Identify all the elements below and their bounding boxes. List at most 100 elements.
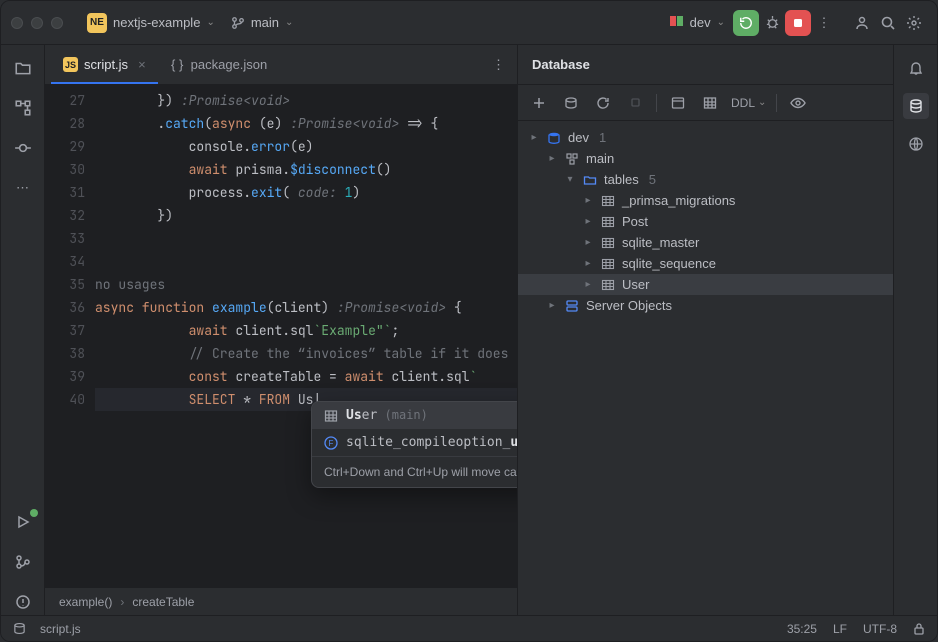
tree-arrow-icon[interactable]: ▸ — [546, 300, 558, 311]
close-tab-icon[interactable]: × — [138, 57, 146, 72]
db-tree-node[interactable]: ▸ sqlite_sequence — [518, 253, 893, 274]
table-icon — [600, 278, 616, 292]
settings-icon[interactable] — [901, 10, 927, 36]
web-tool-icon[interactable] — [903, 131, 929, 157]
tree-node-label: Server Objects — [586, 298, 672, 313]
project-name: nextjs-example — [113, 15, 200, 30]
line-gutter: 2728293031323334353637383940 — [45, 85, 95, 587]
jump-to-console-icon[interactable] — [667, 92, 689, 114]
run-config-label: dev — [690, 15, 711, 30]
refresh-icon[interactable] — [592, 92, 614, 114]
server-icon — [564, 299, 580, 313]
editor-tabs: JSscript.js× { } package.json ⋮ — [45, 45, 517, 85]
tree-node-label: sqlite_master — [622, 235, 699, 250]
breadcrumb-item[interactable]: example() — [59, 595, 112, 609]
tree-node-label: Post — [622, 214, 648, 229]
window-controls[interactable] — [11, 17, 63, 29]
problems-tool-icon[interactable] — [10, 589, 36, 615]
project-selector[interactable]: NE nextjs-example ⌄ — [79, 9, 223, 37]
db-tree-node[interactable]: ▸ dev 1 — [518, 127, 893, 148]
db-tree-node[interactable]: ▸ Post — [518, 211, 893, 232]
breadcrumb-bar[interactable]: example() › createTable — [45, 587, 517, 615]
editor-tab[interactable]: { } package.json — [158, 45, 280, 84]
notifications-tool-icon[interactable] — [903, 55, 929, 81]
db-tree-node[interactable]: ▸ Server Objects — [518, 295, 893, 316]
status-line-ending[interactable]: LF — [833, 622, 847, 636]
table-icon — [600, 257, 616, 271]
structure-tool-icon[interactable] — [10, 95, 36, 121]
run-tool-icon[interactable] — [10, 509, 36, 535]
more-tools-icon[interactable]: ⋯ — [10, 175, 36, 201]
db-tree-node[interactable]: ▾ tables 5 — [518, 169, 893, 190]
tree-arrow-icon[interactable]: ▸ — [528, 132, 540, 143]
branch-icon — [231, 16, 245, 30]
status-readonly-icon[interactable] — [913, 622, 925, 636]
table-icon — [600, 236, 616, 250]
database-panel: Database DDL ⌄ ▸ dev 1▸ main ▾ tables 5▸… — [517, 45, 893, 615]
editor-tab[interactable]: JSscript.js× — [51, 45, 158, 84]
stop-button[interactable] — [785, 10, 811, 36]
run-button[interactable] — [733, 10, 759, 36]
status-db-icon[interactable] — [13, 622, 26, 635]
db-tree-node[interactable]: ▸ sqlite_master — [518, 232, 893, 253]
db-tree-node[interactable]: ▸ User — [518, 274, 893, 295]
code-editor[interactable]: 2728293031323334353637383940 }) :Promise… — [45, 85, 517, 587]
branch-selector[interactable]: main ⌄ — [223, 11, 302, 34]
autocomplete-popup: User (main) devF sqlite_compileoption_us… — [311, 401, 517, 488]
tab-label: package.json — [191, 57, 268, 72]
run-config-selector[interactable]: dev ⌄ — [662, 11, 733, 34]
run-config-icon — [670, 16, 684, 30]
tree-node-label: User — [622, 277, 649, 292]
autocomplete-item[interactable]: F sqlite_compileoption_used (any) any — [312, 429, 517, 456]
add-datasource-icon[interactable] — [528, 92, 550, 114]
status-caret-pos[interactable]: 35:25 — [787, 622, 817, 636]
status-file[interactable]: script.js — [40, 622, 81, 636]
project-tool-icon[interactable] — [10, 55, 36, 81]
tree-arrow-icon[interactable]: ▸ — [582, 216, 594, 227]
tree-arrow-icon[interactable]: ▸ — [582, 258, 594, 269]
editor-area: JSscript.js× { } package.json ⋮ 2728293031… — [45, 45, 517, 615]
chevron-down-icon: ⌄ — [285, 17, 293, 28]
database-tool-icon[interactable] — [903, 93, 929, 119]
search-everywhere-icon[interactable] — [875, 10, 901, 36]
table-icon — [600, 194, 616, 208]
table-view-icon[interactable] — [699, 92, 721, 114]
tree-node-label: tables — [604, 172, 639, 187]
tree-arrow-icon[interactable]: ▸ — [582, 237, 594, 248]
status-bar: script.js 35:25 LF UTF-8 — [1, 615, 937, 641]
vcs-tool-icon[interactable] — [10, 549, 36, 575]
code-with-me-icon[interactable] — [849, 10, 875, 36]
view-options-icon[interactable] — [787, 92, 809, 114]
duplicate-datasource-icon[interactable] — [560, 92, 582, 114]
func-icon: F — [324, 436, 338, 450]
js-file-icon: JS — [63, 57, 78, 72]
ddl-dropdown[interactable]: DDL ⌄ — [731, 96, 766, 110]
tip-text: Ctrl+Down and Ctrl+Up will move caret do… — [324, 465, 517, 479]
project-badge-icon: NE — [87, 13, 107, 33]
status-encoding[interactable]: UTF-8 — [863, 622, 897, 636]
autocomplete-item[interactable]: User (main) dev — [312, 402, 517, 429]
debug-button[interactable] — [759, 10, 785, 36]
code-content[interactable]: }) :Promise<void> .catch(async (e) :Prom… — [95, 85, 517, 587]
tree-node-label: main — [586, 151, 614, 166]
tabs-more-icon[interactable]: ⋮ — [480, 57, 517, 73]
commit-tool-icon[interactable] — [10, 135, 36, 161]
db-tree-node[interactable]: ▸ _primsa_migrations — [518, 190, 893, 211]
tree-arrow-icon[interactable]: ▸ — [582, 279, 594, 290]
branch-name: main — [251, 15, 279, 30]
stop-icon[interactable] — [624, 92, 646, 114]
tree-node-label: dev — [568, 130, 589, 145]
table-icon — [324, 409, 338, 423]
tree-arrow-icon[interactable]: ▾ — [564, 174, 576, 185]
breadcrumb-item[interactable]: createTable — [132, 595, 194, 609]
db-tree-node[interactable]: ▸ main — [518, 148, 893, 169]
database-tree[interactable]: ▸ dev 1▸ main ▾ tables 5▸ _primsa_migrat… — [518, 121, 893, 615]
titlebar: NE nextjs-example ⌄ main ⌄ dev ⌄ ⋮ — [1, 1, 937, 45]
json-file-icon: { } — [170, 57, 185, 72]
database-toolbar: DDL ⌄ — [518, 85, 893, 121]
tree-arrow-icon[interactable]: ▸ — [546, 153, 558, 164]
schema-icon — [564, 152, 580, 166]
more-actions-button[interactable]: ⋮ — [811, 10, 837, 36]
tree-arrow-icon[interactable]: ▸ — [582, 195, 594, 206]
folder-icon — [582, 173, 598, 187]
